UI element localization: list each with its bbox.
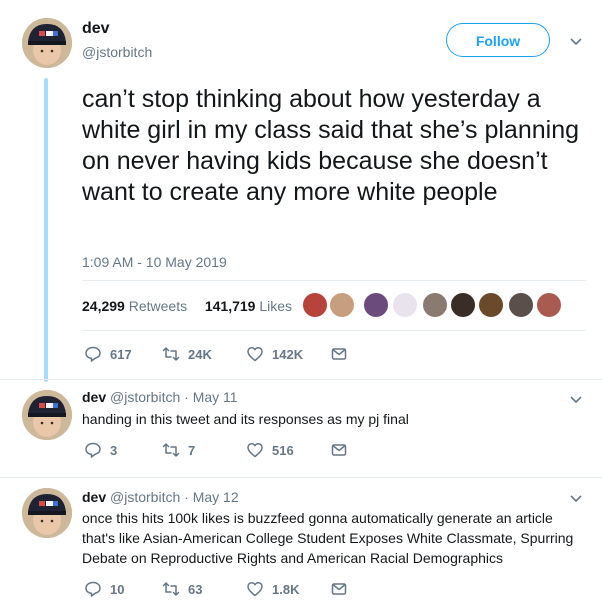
retweet-count: 7 bbox=[188, 442, 196, 458]
liker-avatar[interactable] bbox=[422, 292, 448, 318]
tweet-text: can’t stop thinking about how yesterday … bbox=[82, 85, 580, 206]
retweet-count: 63 bbox=[188, 581, 203, 597]
dm-button[interactable] bbox=[330, 441, 356, 459]
handle[interactable]: @jstorbitch bbox=[110, 489, 180, 505]
like-button[interactable]: 1.8K bbox=[246, 580, 299, 598]
retweets-label[interactable]: Retweets bbox=[129, 298, 187, 314]
dm-icon bbox=[331, 444, 347, 456]
reply-count: 3 bbox=[110, 442, 118, 458]
chevron-down-icon[interactable] bbox=[569, 392, 583, 406]
handle[interactable]: @jstorbitch bbox=[82, 44, 152, 60]
display-name[interactable]: dev bbox=[82, 20, 110, 38]
like-count: 516 bbox=[272, 442, 294, 458]
divider bbox=[0, 379, 602, 380]
dm-icon bbox=[331, 348, 347, 360]
display-name[interactable]: dev bbox=[82, 389, 106, 405]
liker-avatar[interactable] bbox=[363, 292, 389, 318]
reply-date[interactable]: · May 11 bbox=[184, 389, 237, 405]
like-count: 142K bbox=[272, 346, 304, 362]
dm-icon bbox=[331, 583, 347, 595]
reply-text: once this hits 100k likes is buzzfeed go… bbox=[82, 510, 574, 566]
liker-avatar[interactable] bbox=[392, 292, 418, 318]
retweet-icon bbox=[162, 347, 180, 361]
divider bbox=[0, 477, 602, 478]
reply-text: handing in this tweet and its responses … bbox=[82, 411, 409, 427]
reply-icon bbox=[85, 442, 101, 458]
retweet-button[interactable]: 24K bbox=[162, 345, 212, 363]
retweets-count[interactable]: 24,299 bbox=[82, 298, 125, 314]
dm-button[interactable] bbox=[330, 345, 356, 363]
reply-header: dev @jstorbitch · May 11 bbox=[82, 389, 238, 405]
like-icon bbox=[247, 346, 263, 362]
handle[interactable]: @jstorbitch bbox=[110, 389, 180, 405]
avatar[interactable] bbox=[22, 488, 72, 538]
dm-button[interactable] bbox=[330, 580, 356, 598]
divider bbox=[82, 330, 586, 331]
liker-avatar[interactable] bbox=[302, 292, 328, 318]
like-button[interactable]: 142K bbox=[246, 345, 303, 363]
avatar[interactable] bbox=[22, 18, 72, 68]
reply-button[interactable]: 3 bbox=[84, 441, 117, 459]
like-button[interactable]: 516 bbox=[246, 441, 294, 459]
likes-count[interactable]: 141,719 bbox=[205, 298, 256, 314]
liker-avatar[interactable] bbox=[536, 292, 562, 318]
display-name[interactable]: dev bbox=[82, 489, 106, 505]
retweet-button[interactable]: 63 bbox=[162, 580, 202, 598]
engagement-stats: 24,299 Retweets 141,719 Likes bbox=[82, 298, 292, 314]
retweet-icon bbox=[162, 443, 180, 457]
reply-button[interactable]: 10 bbox=[84, 580, 124, 598]
retweet-button[interactable]: 7 bbox=[162, 441, 195, 459]
reply-button[interactable]: 617 bbox=[84, 345, 132, 363]
reply-count: 10 bbox=[110, 581, 125, 597]
reply-date[interactable]: · May 12 bbox=[184, 489, 238, 505]
divider bbox=[82, 280, 586, 281]
thread-line bbox=[44, 78, 48, 382]
reply-icon bbox=[85, 581, 101, 597]
follow-button[interactable]: Follow bbox=[446, 23, 550, 57]
liker-avatar[interactable] bbox=[450, 292, 476, 318]
like-icon bbox=[247, 442, 263, 458]
reply-count: 617 bbox=[110, 346, 132, 362]
liker-avatar[interactable] bbox=[329, 292, 355, 318]
retweet-count: 24K bbox=[188, 346, 212, 362]
reply-header: dev @jstorbitch · May 12 bbox=[82, 489, 239, 505]
retweet-icon bbox=[162, 582, 180, 596]
liker-avatar[interactable] bbox=[478, 292, 504, 318]
like-count: 1.8K bbox=[272, 581, 300, 597]
reply-icon bbox=[85, 346, 101, 362]
avatar[interactable] bbox=[22, 390, 72, 440]
like-icon bbox=[247, 581, 263, 597]
chevron-down-icon[interactable] bbox=[569, 491, 583, 505]
likes-label[interactable]: Likes bbox=[259, 298, 292, 314]
chevron-down-icon[interactable] bbox=[569, 34, 583, 48]
timestamp[interactable]: 1:09 AM - 10 May 2019 bbox=[82, 254, 227, 270]
liker-avatar[interactable] bbox=[508, 292, 534, 318]
